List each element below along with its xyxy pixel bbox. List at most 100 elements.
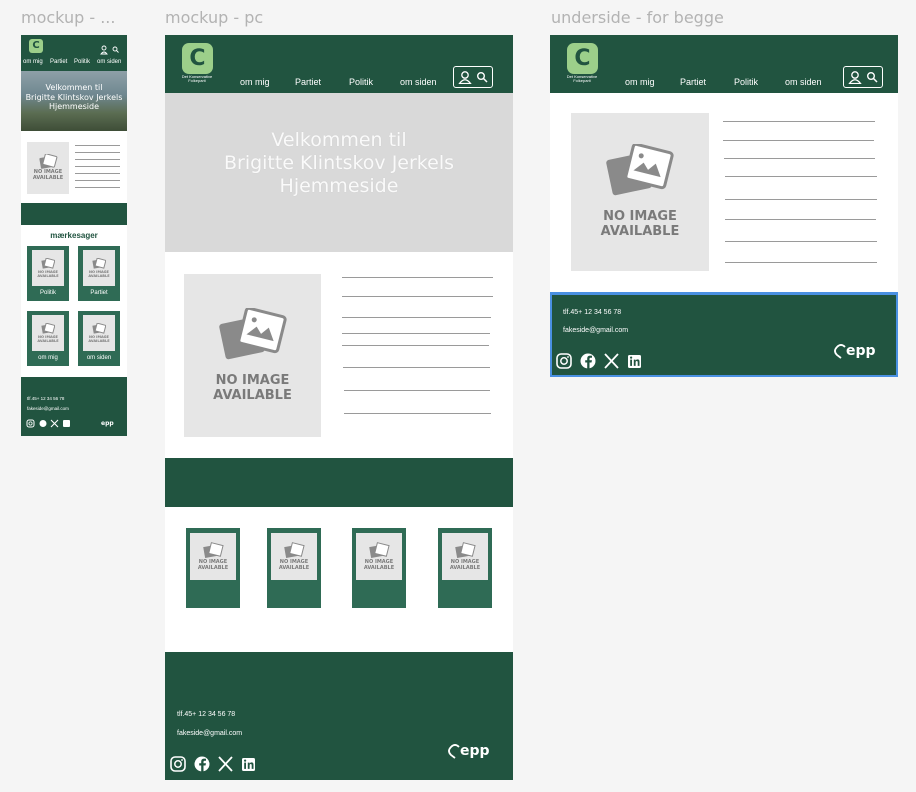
underside-content: NO IMAGE AVAILABLE bbox=[550, 93, 898, 293]
search-icon[interactable] bbox=[476, 71, 488, 83]
underside-footer[interactable]: tlf.45+ 12 34 56 78 fakeside@gmail.com e… bbox=[550, 292, 898, 377]
text-line bbox=[344, 413, 491, 414]
epp-logo: epp bbox=[460, 743, 490, 759]
nav-om-mig[interactable]: om mig bbox=[240, 77, 270, 87]
mobile-header: C om mig Partiet Politik om siden bbox=[21, 35, 127, 71]
pc-green-band bbox=[165, 458, 513, 507]
nav-partiet[interactable]: Partiet bbox=[50, 59, 67, 65]
footer-phone: tlf.45+ 12 34 56 78 bbox=[27, 396, 65, 401]
logo[interactable]: C bbox=[182, 43, 213, 74]
pc-frame[interactable]: C Det Konservative Folkeparti om mig Part… bbox=[165, 35, 513, 780]
text-line bbox=[342, 317, 491, 318]
text-line bbox=[724, 158, 875, 159]
linkedin-icon bbox=[628, 355, 641, 368]
footer-social-icons[interactable] bbox=[26, 419, 72, 428]
card-label: Politik bbox=[39, 290, 56, 296]
mobile-hero-title: Velkommen til Brigitte Klintskov Jerkels H… bbox=[25, 83, 123, 112]
nav-politik[interactable]: Politik bbox=[349, 77, 373, 87]
text-line bbox=[75, 180, 120, 181]
card-label: Partiet bbox=[90, 290, 108, 296]
pc-card-4[interactable]: NO IMAGE AVAILABLE bbox=[438, 528, 492, 608]
pc-hero-title: Velkommen til Brigitte Klintskov Jerkels H… bbox=[223, 129, 455, 197]
nav-om-mig[interactable]: om mig bbox=[625, 77, 655, 87]
user-search-icons[interactable] bbox=[100, 45, 120, 55]
nav-om-mig[interactable]: om mig bbox=[23, 59, 43, 65]
user-icon[interactable] bbox=[458, 70, 472, 84]
text-line bbox=[342, 277, 493, 278]
text-line bbox=[725, 241, 877, 242]
nav-om-siden[interactable]: om siden bbox=[785, 77, 822, 87]
text-line bbox=[723, 140, 874, 141]
text-line bbox=[725, 199, 877, 200]
footer-phone: tlf.45+ 12 34 56 78 bbox=[563, 309, 622, 316]
search-icon[interactable] bbox=[866, 71, 878, 83]
text-line bbox=[342, 333, 490, 334]
facebook-icon bbox=[580, 353, 596, 369]
user-icon[interactable] bbox=[848, 70, 862, 84]
text-line bbox=[75, 173, 120, 174]
text-line bbox=[75, 145, 120, 146]
frame-label-mobile[interactable]: mockup - ... bbox=[21, 8, 115, 27]
underside-header: C Det Konservative Folkeparti om mig Part… bbox=[550, 35, 898, 93]
logo-subtitle: Det Konservative Folkeparti bbox=[181, 74, 213, 84]
underside-frame[interactable]: C Det Konservative Folkeparti om mig Part… bbox=[550, 35, 898, 377]
mobile-card-politik[interactable]: NO IMAGE AVAILABLE Politik bbox=[27, 246, 69, 301]
instagram-icon bbox=[170, 756, 186, 772]
footer-phone: tlf.45+ 12 34 56 78 bbox=[177, 711, 236, 718]
card-label: om siden bbox=[86, 355, 112, 361]
logo[interactable]: C bbox=[29, 39, 43, 53]
nav-partiet[interactable]: Partiet bbox=[295, 77, 321, 87]
nav-om-siden[interactable]: om siden bbox=[400, 77, 437, 87]
mobile-frame[interactable]: C om mig Partiet Politik om siden Velkom… bbox=[21, 35, 127, 436]
image-placeholder-icon bbox=[39, 154, 58, 170]
logo-subtitle: Det Konservative Folkeparti bbox=[566, 74, 598, 84]
footer-social-icons[interactable] bbox=[170, 755, 260, 773]
epp-logo: epp bbox=[846, 343, 876, 359]
frame-label-underside[interactable]: underside - for begge bbox=[551, 8, 724, 27]
mobile-card-partiet[interactable]: NO IMAGE AVAILABLE Partiet bbox=[78, 246, 120, 301]
logo-letter: C bbox=[32, 40, 40, 51]
footer-email: fakeside@gmail.com bbox=[27, 406, 69, 411]
underside-image-placeholder: NO IMAGE AVAILABLE bbox=[571, 113, 709, 271]
x-icon bbox=[218, 756, 233, 772]
text-line bbox=[75, 159, 120, 160]
image-placeholder-icon bbox=[218, 307, 287, 359]
text-line bbox=[725, 176, 877, 177]
mobile-footer: tlf.45+ 12 34 56 78 fakeside@gmail.com e… bbox=[21, 377, 127, 436]
logo[interactable]: C bbox=[567, 43, 598, 74]
user-search-box[interactable] bbox=[843, 66, 883, 88]
pc-image-placeholder: NO IMAGE AVAILABLE bbox=[184, 274, 321, 437]
linkedin-icon bbox=[242, 758, 255, 771]
pc-footer: tlf.45+ 12 34 56 78 fakeside@gmail.com e… bbox=[165, 652, 513, 780]
footer-email: fakeside@gmail.com bbox=[177, 730, 243, 737]
text-line bbox=[342, 345, 489, 346]
footer-social-icons[interactable] bbox=[556, 352, 646, 370]
frame-label-pc[interactable]: mockup - pc bbox=[165, 8, 263, 27]
text-line bbox=[342, 296, 493, 297]
pc-header: C Det Konservative Folkeparti om mig Part… bbox=[165, 35, 513, 93]
mobile-card-om-siden[interactable]: NO IMAGE AVAILABLE om siden bbox=[78, 311, 120, 366]
mobile-hero: Velkommen til Brigitte Klintskov Jerkels H… bbox=[21, 71, 127, 131]
mobile-card-om-mig[interactable]: NO IMAGE AVAILABLE om mig bbox=[27, 311, 69, 366]
nav-politik[interactable]: Politik bbox=[734, 77, 758, 87]
mobile-green-band bbox=[21, 203, 127, 225]
facebook-icon bbox=[194, 756, 210, 772]
user-search-box[interactable] bbox=[453, 66, 493, 88]
pc-card-3[interactable]: NO IMAGE AVAILABLE bbox=[352, 528, 406, 608]
pc-hero: Velkommen til Brigitte Klintskov Jerkels H… bbox=[165, 93, 513, 252]
mobile-section-title: mærkesager bbox=[50, 231, 98, 240]
nav-om-siden[interactable]: om siden bbox=[97, 59, 121, 65]
epp-logo: epp bbox=[101, 420, 114, 427]
x-icon bbox=[604, 353, 619, 369]
image-placeholder-icon bbox=[606, 144, 674, 196]
text-line bbox=[344, 390, 490, 391]
pc-card-2[interactable]: NO IMAGE AVAILABLE bbox=[267, 528, 321, 608]
nav-partiet[interactable]: Partiet bbox=[680, 77, 706, 87]
pc-card-1[interactable]: NO IMAGE AVAILABLE bbox=[186, 528, 240, 608]
nav-politik[interactable]: Politik bbox=[74, 59, 90, 65]
instagram-icon bbox=[556, 353, 572, 369]
card-label: om mig bbox=[38, 355, 58, 361]
text-line bbox=[723, 121, 875, 122]
text-line bbox=[725, 262, 877, 263]
text-line bbox=[75, 152, 120, 153]
